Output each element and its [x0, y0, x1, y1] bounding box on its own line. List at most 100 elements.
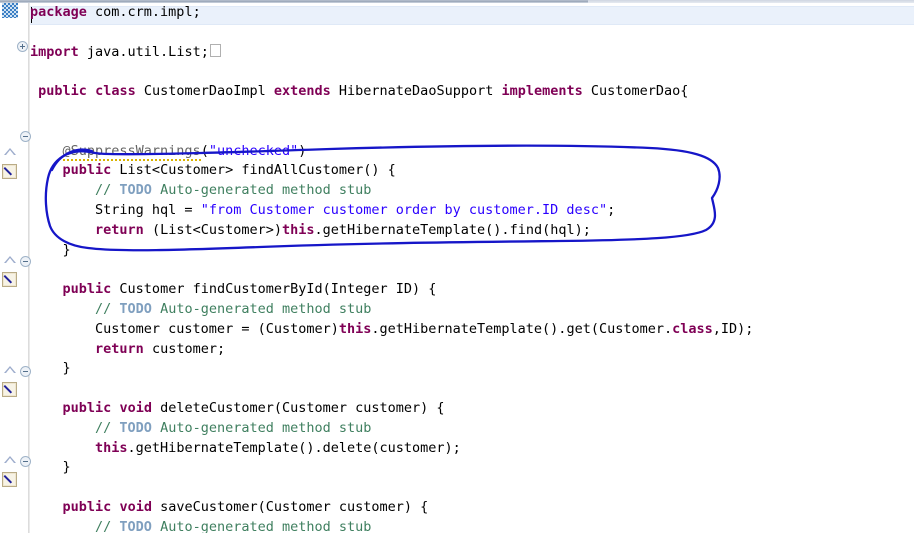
code-line[interactable]: [30, 23, 914, 43]
editor-gutter[interactable]: [0, 3, 29, 533]
code-token: (List<Customer>): [143, 221, 282, 238]
code-line[interactable]: Customer customer = (Customer)this.getHi…: [30, 320, 914, 340]
code-token: "from Customer customer order by custome…: [200, 201, 608, 218]
code-line[interactable]: // TODO Auto-generated method stub: [30, 300, 914, 320]
code-line-content: package com.crm.impl;: [30, 4, 201, 20]
code-line-content: [30, 261, 38, 277]
code-line-content: public void deleteCustomer(Customer cust…: [30, 400, 445, 416]
code-line[interactable]: public void deleteCustomer(Customer cust…: [30, 399, 914, 419]
code-line[interactable]: package com.crm.impl;: [30, 3, 914, 25]
java-editor-window: package com.crm.impl; import java.util.L…: [0, 0, 914, 533]
code-line-content: import java.util.List;: [30, 43, 221, 60]
code-token: Auto-generated method stub: [151, 300, 372, 317]
code-line[interactable]: import java.util.List;: [30, 43, 914, 63]
code-line-content: // TODO Auto-generated method stub: [30, 182, 371, 198]
code-token: //: [95, 300, 120, 317]
code-token: CustomerDao{: [582, 83, 689, 100]
code-token: .getHibernateTemplate().delete(customer)…: [127, 439, 461, 456]
code-token: TODO: [119, 300, 152, 317]
code-line-content: return (List<Customer>)this.getHibernate…: [30, 222, 591, 238]
code-line[interactable]: this.getHibernateTemplate().delete(custo…: [30, 439, 914, 459]
code-token: ,ID);: [712, 320, 754, 337]
code-line-content: public void saveCustomer(Customer custom…: [30, 499, 429, 515]
code-token: implements: [501, 83, 583, 100]
code-line[interactable]: return (List<Customer>)this.getHibernate…: [30, 221, 914, 241]
code-token: "unchecked": [208, 142, 299, 159]
code-line[interactable]: }: [30, 359, 914, 379]
code-token: //: [95, 419, 120, 436]
todo-task-icon-findall[interactable]: [2, 164, 17, 179]
code-line-content: [30, 24, 38, 40]
implements-method-icon-findall[interactable]: [4, 148, 16, 155]
code-line[interactable]: String hql = "from Customer customer ord…: [30, 201, 914, 221]
code-token: }: [30, 241, 71, 258]
code-line-content: // TODO Auto-generated method stub: [30, 301, 371, 317]
code-token: Auto-generated method stub: [151, 182, 372, 199]
code-line[interactable]: [30, 122, 914, 142]
code-line[interactable]: @SuppressWarnings("unchecked"): [30, 142, 914, 162]
code-token: return: [95, 221, 144, 238]
code-token: TODO: [119, 518, 152, 533]
code-token: this: [338, 320, 372, 337]
overview-checkered-marker[interactable]: [2, 3, 18, 18]
code-line[interactable]: [30, 62, 914, 82]
code-line-content: public List<Customer> findAllCustomer() …: [30, 162, 396, 178]
code-token: Customer findCustomerById(Integer ID) {: [111, 281, 437, 298]
fold-expand-icon-import[interactable]: [17, 41, 28, 52]
code-line[interactable]: }: [30, 458, 914, 478]
code-token: Auto-generated method stub: [151, 518, 372, 533]
code-line[interactable]: return customer;: [30, 340, 914, 360]
code-line[interactable]: [30, 102, 914, 122]
code-line[interactable]: // TODO Auto-generated method stub: [30, 419, 914, 439]
code-line[interactable]: [30, 260, 914, 280]
code-token: TODO: [119, 182, 152, 199]
code-token: extends: [273, 83, 331, 100]
implements-method-icon-findbyid[interactable]: [4, 256, 16, 263]
todo-task-icon-save[interactable]: [2, 472, 17, 487]
code-token: public: [62, 281, 112, 298]
code-line[interactable]: public class CustomerDaoImpl extends Hib…: [30, 82, 914, 102]
code-line-content: }: [30, 459, 71, 475]
code-token: @SuppressWarnings: [62, 142, 201, 161]
implements-method-icon-delete[interactable]: [4, 366, 16, 373]
code-line[interactable]: public void saveCustomer(Customer custom…: [30, 498, 914, 518]
code-line[interactable]: // TODO Auto-generated method stub: [30, 181, 914, 201]
code-token: class: [672, 320, 713, 337]
code-line-content: // TODO Auto-generated method stub: [30, 519, 371, 533]
code-token: List<Customer> findAllCustomer() {: [111, 162, 396, 179]
code-line[interactable]: public List<Customer> findAllCustomer() …: [30, 161, 914, 181]
code-line[interactable]: // TODO Auto-generated method stub: [30, 518, 914, 533]
code-token: //: [95, 518, 120, 533]
todo-task-icon-findbyid[interactable]: [2, 272, 17, 287]
code-line[interactable]: public Customer findCustomerById(Integer…: [30, 280, 914, 300]
code-line-content: public class CustomerDaoImpl extends Hib…: [30, 83, 688, 99]
code-line-content: [30, 479, 38, 495]
code-token: com.crm.impl;: [86, 4, 201, 20]
code-token: CustomerDaoImpl: [135, 83, 274, 100]
code-token: HibernateDaoSupport: [330, 83, 502, 100]
code-token: public: [62, 399, 112, 416]
todo-task-icon-delete[interactable]: [2, 382, 17, 397]
code-token: Customer customer = (Customer): [30, 320, 339, 337]
code-line-content: [30, 123, 38, 139]
code-line-content: this.getHibernateTemplate().delete(custo…: [30, 440, 461, 456]
code-token: (: [200, 142, 209, 159]
implements-method-icon-save[interactable]: [4, 456, 16, 463]
code-line[interactable]: }: [30, 241, 914, 261]
folded-region-icon[interactable]: [209, 43, 221, 57]
code-text-area[interactable]: package com.crm.impl; import java.util.L…: [30, 3, 914, 533]
code-token: this: [281, 221, 315, 238]
code-token: }: [30, 459, 71, 476]
code-line[interactable]: [30, 379, 914, 399]
code-token: public: [38, 83, 87, 100]
code-token: this: [95, 439, 128, 456]
code-line[interactable]: [30, 478, 914, 498]
code-token: java.util.List;: [78, 43, 209, 60]
code-line-content: Customer customer = (Customer)this.getHi…: [30, 321, 753, 337]
